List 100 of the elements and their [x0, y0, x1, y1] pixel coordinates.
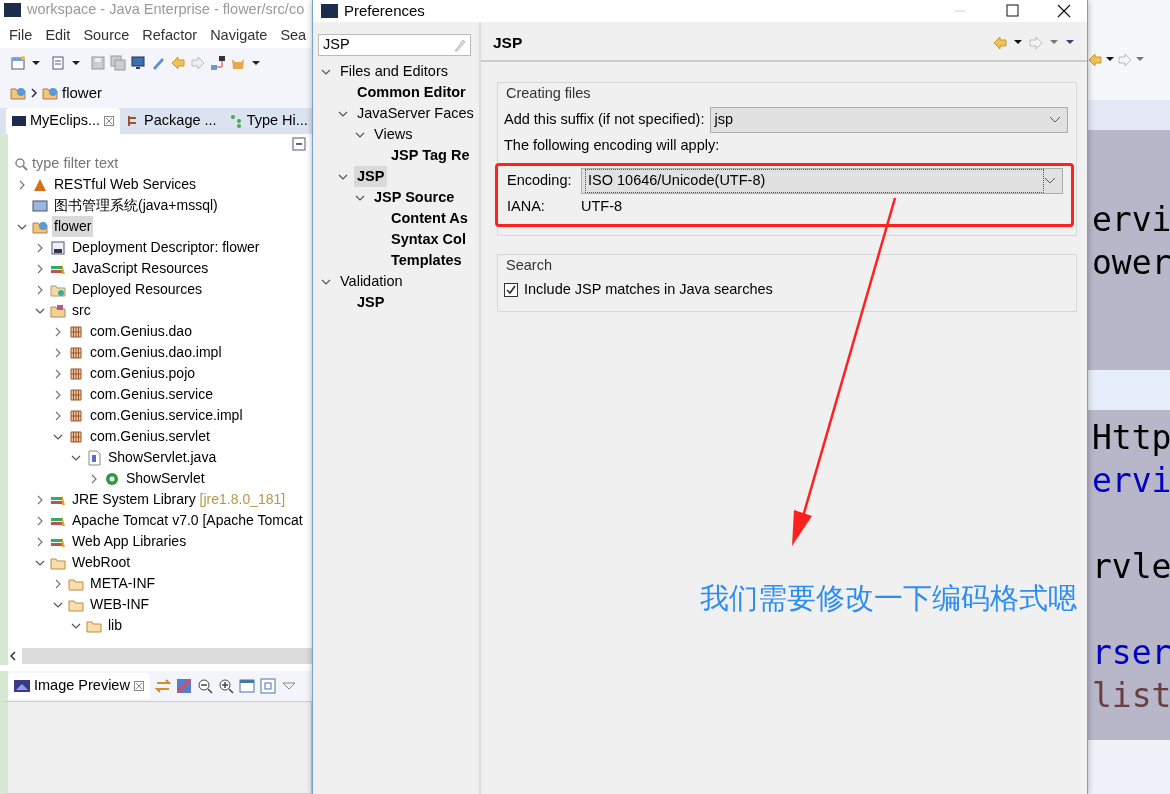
- view-tab[interactable]: Package ...: [120, 108, 223, 134]
- tree-item[interactable]: com.Genius.service: [88, 384, 215, 405]
- window-icon[interactable]: [238, 678, 255, 694]
- circle-icon: [104, 470, 120, 487]
- app-logo: [321, 4, 338, 18]
- logo-icon: [12, 114, 26, 128]
- tree-item[interactable]: flower: [52, 216, 94, 237]
- zoom-out-icon[interactable]: [196, 678, 213, 694]
- collapse-all-icon[interactable]: [292, 137, 306, 151]
- encoding-dropdown[interactable]: ISO 10646/Unicode(UTF-8): [581, 167, 1063, 194]
- tree-item[interactable]: ShowServlet.java: [106, 447, 219, 468]
- tree-item[interactable]: JRE System Library [jre1.8.0_181]: [70, 489, 288, 510]
- chevron-down-icon: [1044, 176, 1056, 185]
- tree-item[interactable]: com.Genius.dao: [88, 321, 194, 342]
- chevron-icon: [30, 88, 38, 98]
- filter-field[interactable]: JSP: [318, 34, 471, 56]
- tree-item[interactable]: lib: [106, 615, 124, 636]
- tree-item[interactable]: Views: [371, 123, 416, 146]
- expand-chevron-icon[interactable]: [53, 347, 63, 358]
- tree-item[interactable]: JSP: [354, 291, 388, 314]
- tree-item[interactable]: JavaScript Resources: [70, 258, 211, 279]
- folder-icon: [32, 197, 48, 214]
- expand-chevron-icon[interactable]: [35, 263, 45, 274]
- grid-icon: [68, 323, 84, 340]
- image-icon[interactable]: [175, 678, 192, 694]
- expand-chevron-icon[interactable]: [17, 179, 27, 190]
- grid-icon: [68, 407, 84, 424]
- tree-item[interactable]: Content As: [388, 207, 471, 230]
- expand-chevron-icon[interactable]: [35, 284, 45, 295]
- code-line: ower: [1092, 242, 1170, 284]
- back-arrow-icon[interactable]: [993, 36, 1007, 50]
- expand-chevron-icon[interactable]: [35, 515, 45, 526]
- expand-chevron-icon[interactable]: [89, 473, 99, 484]
- tree-item[interactable]: RESTful Web Services: [52, 174, 199, 195]
- tree-item[interactable]: com.Genius.dao.impl: [88, 342, 224, 363]
- code-line: ervi: [1092, 460, 1170, 502]
- fit-icon[interactable]: [259, 678, 276, 694]
- tree-item[interactable]: src: [70, 300, 93, 321]
- expand-chevron-icon[interactable]: [53, 389, 63, 400]
- monitor-icon[interactable]: [130, 55, 146, 71]
- expand-chevron-icon[interactable]: [35, 494, 45, 505]
- tree-item[interactable]: Validation: [337, 270, 406, 293]
- tree-item[interactable]: com.Genius.servlet: [88, 426, 212, 447]
- tree-item[interactable]: WEB-INF: [88, 594, 152, 615]
- zoom-in-icon[interactable]: [217, 678, 234, 694]
- expand-chevron-icon[interactable]: [53, 410, 63, 421]
- expand-chevron-icon[interactable]: [53, 368, 63, 379]
- tree-item[interactable]: META-INF: [88, 573, 158, 594]
- checkbox-label[interactable]: Include JSP matches in Java searches: [524, 278, 773, 301]
- tree-item[interactable]: Apache Tomcat v7.0 [Apache Tomcat: [70, 510, 305, 531]
- menu-item[interactable]: Refactor: [142, 25, 198, 47]
- app-logo: [4, 3, 21, 17]
- view-tab[interactable]: Image Preview: [8, 673, 150, 699]
- tree-item[interactable]: WebRoot: [70, 552, 133, 573]
- field-label: IANA:: [507, 196, 546, 216]
- tree-item[interactable]: com.Genius.service.impl: [88, 405, 245, 426]
- menu-item[interactable]: Edit: [45, 25, 71, 47]
- filter-field[interactable]: type filter text: [32, 153, 292, 175]
- breadcrumb-item[interactable]: flower: [62, 81, 102, 105]
- menu-item[interactable]: Navigate: [210, 25, 268, 47]
- tree-item[interactable]: Common Editor: [354, 81, 469, 104]
- scroll-left-icon[interactable]: [8, 650, 18, 662]
- scrollbar[interactable]: [22, 648, 312, 664]
- tree-item[interactable]: JSP Source: [371, 186, 458, 209]
- checkbox[interactable]: [504, 282, 518, 297]
- tree-item[interactable]: ShowServlet: [124, 468, 207, 489]
- grid-icon: [68, 386, 84, 403]
- tree-item[interactable]: JavaServer Faces: [354, 102, 477, 125]
- dialog-title: Preferences: [344, 0, 425, 21]
- tree-item[interactable]: Syntax Col: [388, 228, 469, 251]
- swap-icon[interactable]: [154, 678, 171, 694]
- tree-item[interactable]: Web App Libraries: [70, 531, 189, 552]
- nodes-icon[interactable]: [210, 55, 226, 71]
- menu-item[interactable]: Source: [83, 25, 130, 47]
- tree-icon: [228, 114, 243, 128]
- tree-item[interactable]: JSP: [354, 165, 388, 188]
- expand-chevron-icon[interactable]: [35, 536, 45, 547]
- page-title: JSP: [493, 33, 523, 54]
- menu-item[interactable]: File: [9, 25, 33, 47]
- chevron-down-icon: [1049, 115, 1061, 124]
- code-line: rser: [1092, 632, 1170, 674]
- menu-item[interactable]: Sea: [280, 25, 307, 47]
- expand-chevron-icon[interactable]: [53, 326, 63, 337]
- expand-chevron-icon[interactable]: [35, 242, 45, 253]
- view-tab[interactable]: Type Hi...: [222, 108, 314, 134]
- tree-item[interactable]: Deployed Resources: [70, 279, 204, 300]
- expand-chevron-icon[interactable]: [53, 578, 63, 589]
- code-line: list: [1092, 675, 1170, 717]
- folder-icon: [50, 302, 66, 319]
- tree-item[interactable]: 图书管理系统(java+mssql): [52, 195, 220, 216]
- tree-item[interactable]: com.Genius.pojo: [88, 363, 198, 384]
- suffix-dropdown[interactable]: jsp: [710, 106, 1068, 133]
- back-arrow-icon[interactable]: [170, 55, 186, 71]
- grid-icon: [68, 365, 84, 382]
- tree-item[interactable]: JSP Tag Re: [388, 144, 473, 167]
- tree-item[interactable]: Templates: [388, 249, 465, 272]
- view-tab[interactable]: MyEclips...: [6, 108, 121, 134]
- tree-item[interactable]: Files and Editors: [337, 60, 451, 83]
- tree-item[interactable]: Deployment Descriptor: flower: [70, 237, 262, 258]
- annotation-text: 我们需要修改一下编码格式嗯: [700, 580, 1077, 617]
